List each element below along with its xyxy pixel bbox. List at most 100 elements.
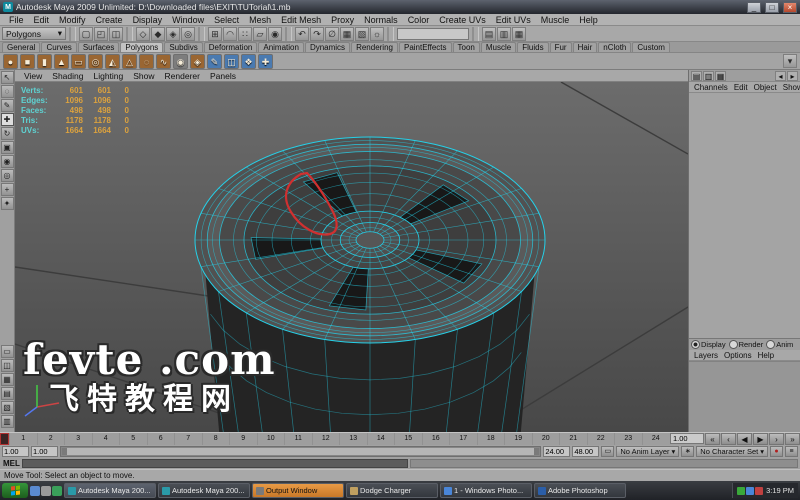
animation-end-field[interactable] <box>572 446 599 457</box>
channel-box-body[interactable] <box>689 93 800 338</box>
render-icon[interactable]: ▦ <box>340 27 354 41</box>
frame-tick[interactable]: 16 <box>422 433 450 445</box>
shelf-tab-dynamics[interactable]: Dynamics <box>305 42 350 52</box>
show-manip-icon[interactable]: + <box>1 183 14 196</box>
menu-edit-uvs[interactable]: Edit UVs <box>491 15 536 25</box>
vp-menu-shading[interactable]: Shading <box>47 71 88 81</box>
range-tool-icon[interactable]: ▭ <box>601 446 614 457</box>
clock[interactable]: 3:19 PM <box>766 486 794 495</box>
status-divider[interactable] <box>285 27 292 41</box>
poly-prism-icon[interactable]: ◭ <box>105 54 120 69</box>
vp-menu-panels[interactable]: Panels <box>205 71 241 81</box>
paint-select-tool-icon[interactable]: ✎ <box>1 99 14 112</box>
taskbar-item-maya-2[interactable]: Autodesk Maya 200... <box>158 483 250 498</box>
two-pane-layout-icon[interactable]: ◫ <box>1 359 14 372</box>
shelf-tab-fluids[interactable]: Fluids <box>517 42 548 52</box>
frame-tick[interactable]: 5 <box>119 433 147 445</box>
close-button[interactable]: × <box>783 2 797 13</box>
menuset-dropdown[interactable]: Polygons ▾ <box>2 27 66 40</box>
poly-cube-icon[interactable]: ■ <box>20 54 35 69</box>
shelf-tab-fur[interactable]: Fur <box>550 42 572 52</box>
menu-edit[interactable]: Edit <box>29 15 55 25</box>
tray-icon-3[interactable] <box>755 487 763 495</box>
shelf-tab-subdivs[interactable]: Subdivs <box>164 42 202 52</box>
status-divider[interactable] <box>387 27 394 41</box>
shelf-tab-deformation[interactable]: Deformation <box>204 42 258 52</box>
status-divider[interactable] <box>472 27 479 41</box>
snap-curve-icon[interactable]: ◠ <box>223 27 237 41</box>
character-set-dropdown[interactable]: No Character Set ▾ <box>696 446 768 457</box>
shelf-tab-painteffects[interactable]: PaintEffects <box>399 42 452 52</box>
poly-platonic-icon[interactable]: ◈ <box>190 54 205 69</box>
cb-menu-edit[interactable]: Edit <box>731 83 751 92</box>
select-hierarchy-icon[interactable]: ◇ <box>136 27 150 41</box>
layer-mode-radio[interactable]: Render <box>729 340 764 349</box>
channel-box-tab-icon[interactable]: ▤ <box>691 71 702 81</box>
quicklaunch-icon-3[interactable] <box>52 486 62 496</box>
lasso-tool-icon[interactable]: ◌ <box>1 85 14 98</box>
animation-preferences-icon[interactable]: ≡ <box>785 446 798 457</box>
frame-ticks[interactable]: 123456789101112131415161718192021222324 <box>9 433 669 445</box>
playback-start-field[interactable] <box>31 446 58 457</box>
shelf-tab-ncloth[interactable]: nCloth <box>598 42 631 52</box>
vp-menu-renderer[interactable]: Renderer <box>160 71 205 81</box>
frame-tick[interactable]: 22 <box>587 433 615 445</box>
auto-keyframe-icon[interactable]: ● <box>770 446 783 457</box>
menu-mesh[interactable]: Mesh <box>244 15 276 25</box>
shelf-tab-hair[interactable]: Hair <box>573 42 598 52</box>
taskbar-item-photoshop[interactable]: Adobe Photoshop <box>534 483 626 498</box>
menu-normals[interactable]: Normals <box>359 15 403 25</box>
open-scene-icon[interactable]: ◰ <box>94 27 108 41</box>
animation-layout-icon[interactable]: ▥ <box>1 415 14 428</box>
frame-tick[interactable]: 13 <box>339 433 367 445</box>
menu-color[interactable]: Color <box>403 15 435 25</box>
menu-file[interactable]: File <box>4 15 29 25</box>
vp-menu-show[interactable]: Show <box>128 71 159 81</box>
frame-tick[interactable]: 12 <box>312 433 340 445</box>
shelf-tab-surfaces[interactable]: Surfaces <box>78 42 120 52</box>
snap-grid-icon[interactable]: ⊞ <box>208 27 222 41</box>
frame-tick[interactable]: 7 <box>174 433 202 445</box>
poly-cone-icon[interactable]: ▲ <box>54 54 69 69</box>
go-to-end-button[interactable]: » <box>785 433 800 445</box>
frame-tick[interactable]: 15 <box>394 433 422 445</box>
hypershade-layout-icon[interactable]: ▧ <box>1 401 14 414</box>
quicklaunch-icon-2[interactable] <box>41 486 51 496</box>
set-key-icon[interactable]: ∗ <box>681 446 694 457</box>
status-divider[interactable] <box>198 27 205 41</box>
menu-muscle[interactable]: Muscle <box>536 15 575 25</box>
frame-tick[interactable]: 19 <box>504 433 532 445</box>
render-settings-icon[interactable]: ☼ <box>370 27 384 41</box>
tray-icon-1[interactable] <box>737 487 745 495</box>
history-input-icon[interactable]: ↶ <box>295 27 309 41</box>
mel-command-input[interactable] <box>22 459 408 468</box>
menu-proxy[interactable]: Proxy <box>326 15 359 25</box>
attribute-editor-toggle-icon[interactable]: ▤ <box>482 27 496 41</box>
poly-sphere-icon[interactable]: ● <box>3 54 18 69</box>
highlight-selection-icon[interactable]: ◎ <box>181 27 195 41</box>
poly-pipe-icon[interactable]: ◌ <box>139 54 154 69</box>
frame-tick[interactable]: 8 <box>202 433 230 445</box>
range-slider-bar[interactable] <box>62 448 539 455</box>
maximize-button[interactable]: □ <box>765 2 779 13</box>
numeric-input-field[interactable] <box>397 28 469 40</box>
poly-pyramid-icon[interactable]: △ <box>122 54 137 69</box>
persp-outliner-layout-icon[interactable]: ▤ <box>1 387 14 400</box>
snap-point-icon[interactable]: ∷ <box>238 27 252 41</box>
select-component-icon[interactable]: ◈ <box>166 27 180 41</box>
frame-tick[interactable]: 23 <box>614 433 642 445</box>
frame-tick[interactable]: 11 <box>284 433 312 445</box>
start-button[interactable] <box>2 483 28 498</box>
cb-menu-channels[interactable]: Channels <box>691 83 731 92</box>
universal-manip-icon[interactable]: ◉ <box>1 155 14 168</box>
layer-list[interactable] <box>689 361 800 432</box>
cb-menu-show[interactable]: Show <box>780 83 800 92</box>
smooth-mesh-icon[interactable]: ❖ <box>241 54 256 69</box>
poly-torus-icon[interactable]: ◎ <box>88 54 103 69</box>
taskbar-item-dodge-charger[interactable]: Dodge Charger <box>346 483 438 498</box>
poly-cylinder-icon[interactable]: ▮ <box>37 54 52 69</box>
frame-tick[interactable]: 17 <box>449 433 477 445</box>
mirror-geometry-icon[interactable]: ◫ <box>224 54 239 69</box>
layer-menu-options[interactable]: Options <box>721 351 755 360</box>
animation-start-field[interactable] <box>2 446 29 457</box>
